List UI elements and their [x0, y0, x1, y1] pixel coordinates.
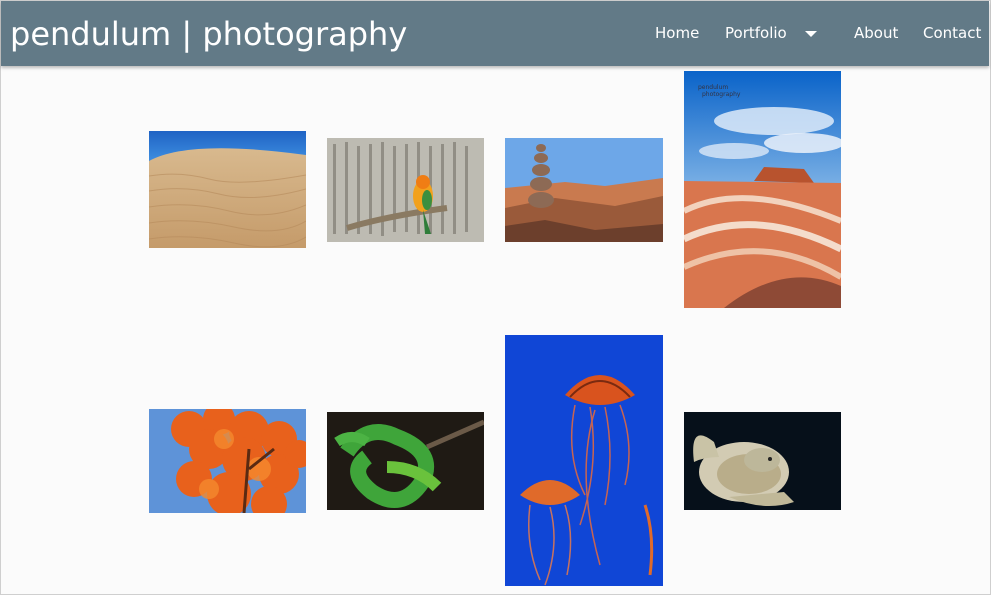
sand-dunes-image [149, 131, 306, 248]
watermark-line1: pendulum [698, 84, 728, 91]
parrot-image [327, 138, 484, 242]
green-snake-image [327, 412, 484, 510]
rock-cairn-image [505, 138, 663, 242]
caret-down-icon[interactable] [805, 31, 817, 37]
nav-portfolio[interactable]: Portfolio [725, 24, 787, 42]
photo-sand-dunes[interactable] [149, 131, 306, 248]
jellyfish-image [505, 335, 663, 586]
nav-home[interactable]: Home [655, 24, 699, 42]
red-rock-canyon-image: pendulum photography [684, 71, 841, 308]
photo-sea-turtle[interactable] [684, 412, 841, 510]
photo-parrot[interactable] [327, 138, 484, 242]
photo-jellyfish[interactable] [505, 335, 663, 586]
photo-autumn-tree[interactable] [149, 409, 306, 513]
site-brand[interactable]: pendulum | photography [10, 15, 407, 53]
autumn-tree-image [149, 409, 306, 513]
nav-contact[interactable]: Contact [923, 24, 981, 42]
photo-green-snake[interactable] [327, 412, 484, 510]
photo-rock-cairn[interactable] [505, 138, 663, 242]
nav-about[interactable]: About [854, 24, 898, 42]
watermark-line2: photography [702, 91, 741, 98]
site-header: pendulum | photography [1, 1, 989, 66]
sea-turtle-image [684, 412, 841, 510]
photo-red-rock-canyon[interactable]: pendulum photography [684, 71, 841, 308]
